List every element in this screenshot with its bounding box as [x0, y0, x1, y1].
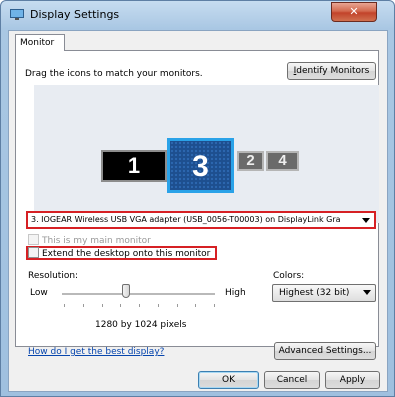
- slider-tick: [157, 304, 159, 307]
- slider-tick: [82, 304, 84, 307]
- monitor-4-icon[interactable]: 4: [266, 151, 299, 171]
- slider-tick: [101, 304, 103, 307]
- close-icon: ✕: [349, 5, 359, 18]
- slider-tick: [120, 304, 122, 307]
- extend-desktop-label[interactable]: Extend the desktop onto this monitor: [42, 249, 210, 259]
- tab-monitor[interactable]: Monitor: [15, 34, 65, 51]
- extend-desktop-row: Extend the desktop onto this monitor: [28, 247, 210, 260]
- monitor-3-icon[interactable]: 3: [167, 138, 234, 193]
- arrangement-instruction: Drag the icons to match your monitors.: [25, 69, 203, 79]
- colors-select[interactable]: Highest (32 bit): [272, 284, 376, 302]
- monitor-2-icon[interactable]: 2: [237, 151, 264, 171]
- monitor-arrangement-area[interactable]: 1 3 2 4: [34, 85, 379, 223]
- chevron-down-icon: [363, 290, 371, 295]
- identify-monitors-label: dentify Monitors: [296, 66, 370, 76]
- slider-tick: [176, 304, 178, 307]
- main-monitor-checkbox[interactable]: [28, 234, 39, 245]
- resolution-low-label: Low: [30, 288, 48, 298]
- display-settings-window: Display Settings ✕ Monitor Drag the icon…: [0, 0, 395, 397]
- colors-label: Colors:: [273, 271, 305, 281]
- main-monitor-label: This is my main monitor: [42, 236, 151, 246]
- advanced-settings-button[interactable]: Advanced Settings...: [274, 342, 376, 360]
- display-select[interactable]: 3. IOGEAR Wireless USB VGA adapter (USB_…: [26, 211, 376, 229]
- extend-desktop-checkbox[interactable]: [28, 247, 39, 258]
- close-button[interactable]: ✕: [331, 2, 377, 22]
- chevron-down-icon: [362, 218, 370, 223]
- cancel-button[interactable]: Cancel: [264, 371, 320, 389]
- slider-tick: [64, 304, 65, 307]
- title-bar[interactable]: Display Settings ✕: [1, 1, 394, 27]
- best-display-help-link[interactable]: How do I get the best display?: [28, 347, 164, 357]
- slider-tick: [139, 304, 140, 307]
- window-title: Display Settings: [30, 8, 120, 21]
- slider-tick: [195, 304, 197, 307]
- display-settings-icon: [10, 9, 24, 20]
- monitor-1-icon[interactable]: 1: [101, 150, 167, 182]
- identify-monitors-button[interactable]: Identify Monitors: [287, 62, 376, 80]
- display-select-value: 3. IOGEAR Wireless USB VGA adapter (USB_…: [31, 215, 341, 224]
- slider-tick: [214, 304, 215, 307]
- dialog-client-area: Monitor Drag the icons to match your mon…: [8, 30, 388, 392]
- resolution-slider-track[interactable]: [62, 293, 215, 296]
- resolution-value: 1280 by 1024 pixels: [95, 320, 187, 330]
- apply-button[interactable]: Apply: [325, 371, 380, 389]
- resolution-label: Resolution:: [28, 271, 79, 281]
- colors-select-value: Highest (32 bit): [279, 288, 350, 298]
- ok-button[interactable]: OK: [198, 371, 259, 389]
- resolution-slider-ticks: [64, 304, 215, 307]
- resolution-high-label: High: [225, 288, 246, 298]
- resolution-slider-thumb[interactable]: [121, 284, 130, 298]
